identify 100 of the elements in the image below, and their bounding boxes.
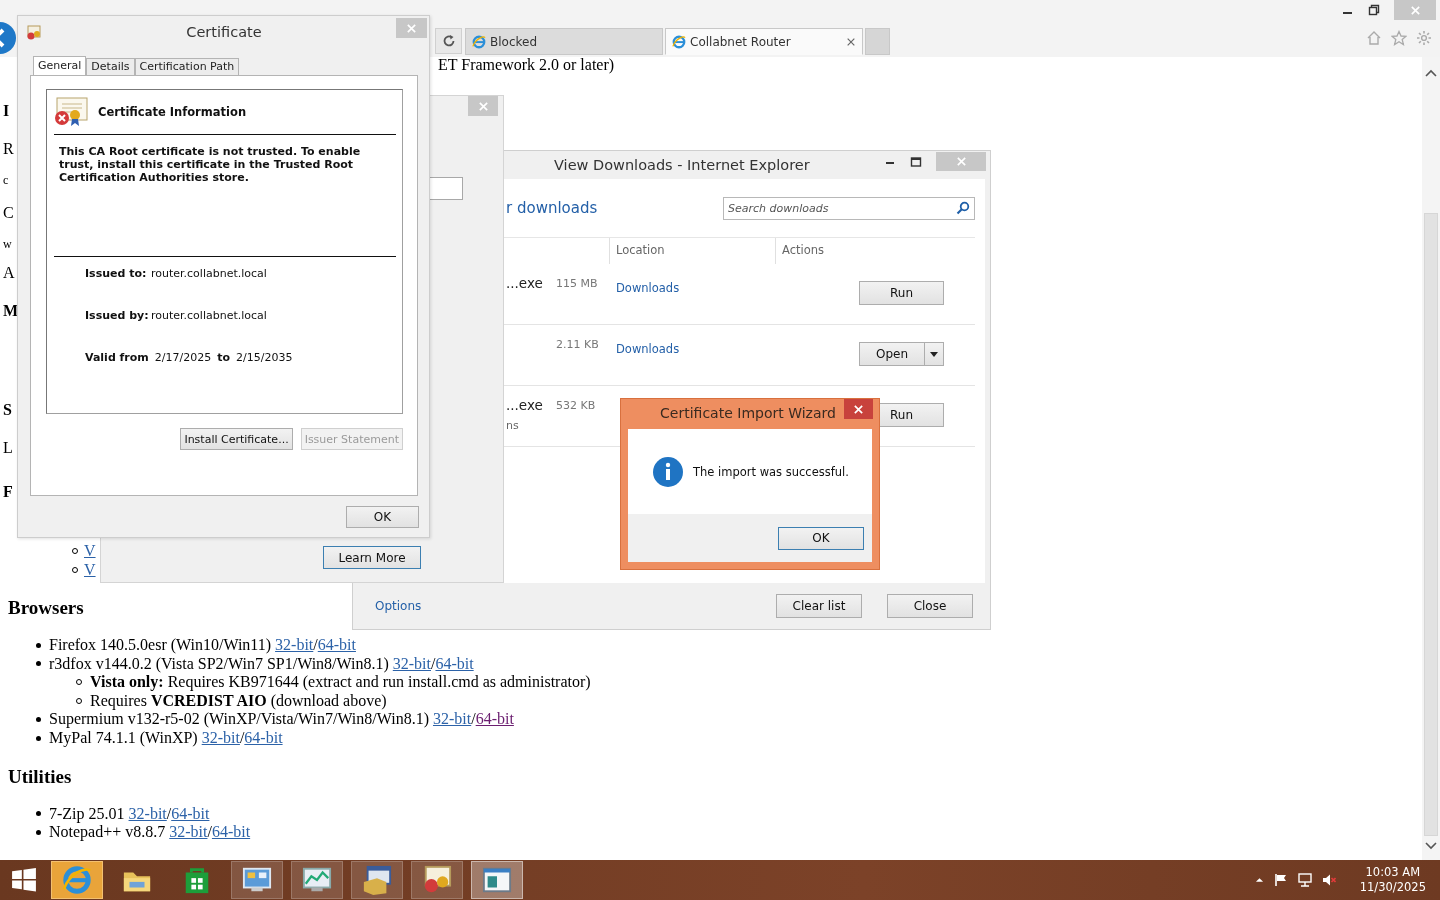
section-heading: Browsers [8, 598, 84, 618]
location-link[interactable]: Downloads [616, 342, 680, 356]
browser-icon [472, 34, 486, 49]
open-button[interactable]: Open [859, 342, 925, 366]
close-icon [406, 22, 417, 34]
list-item: Firefox 140.5.0esr (Win10/Win11) 32-bit/64-bit [49, 636, 356, 655]
download-link[interactable]: V [84, 541, 96, 560]
scroll-thumb[interactable] [1424, 213, 1438, 836]
star-icon[interactable] [1391, 30, 1407, 46]
file-size: 115 MB [556, 276, 599, 290]
close-icon[interactable] [846, 36, 856, 47]
bullet-icon [36, 642, 41, 648]
download-link[interactable]: 32-bit [392, 654, 431, 672]
close-icon [955, 156, 967, 167]
bullet-icon [36, 661, 41, 667]
scroll-down-icon[interactable] [1425, 842, 1437, 850]
column-header: Actions [775, 238, 824, 264]
network-icon[interactable] [1297, 873, 1312, 887]
scrollbar[interactable] [1422, 57, 1440, 860]
page-text: w [3, 237, 12, 251]
location-link[interactable]: Downloads [616, 281, 680, 295]
list-item: r3dfox v144.0.2 (Vista SP2/Win7 SP1/Win8/Win8.1) 32-bit/64-bit [49, 654, 474, 674]
certificate-icon [422, 865, 452, 895]
field-label: Valid from [85, 351, 149, 364]
page-text: L [3, 438, 13, 457]
footer-button[interactable]: Clear list [776, 594, 862, 618]
list-item: MyPal 74.1.1 (WinXP) 32-bit/64-bit [49, 728, 283, 748]
tab-label: Blocked [490, 34, 539, 49]
clock-date: 11/30/2025 [1359, 880, 1426, 895]
refresh-icon [441, 34, 456, 48]
close-icon [853, 403, 864, 415]
ok-button[interactable]: OK [778, 526, 864, 550]
dropdown-button[interactable] [925, 342, 944, 366]
download-link[interactable]: 64-bit [435, 654, 474, 672]
dialog-tab[interactable]: General [33, 56, 87, 75]
taskbar-button[interactable] [351, 861, 403, 899]
download-link[interactable]: 32-bit [169, 823, 208, 841]
restore-icon[interactable] [1368, 4, 1380, 16]
download-link[interactable]: 64-bit [171, 804, 210, 822]
page-text: ET Framework 2.0 or later) [438, 57, 615, 73]
dialog-title: Certificate [185, 23, 263, 40]
dialog-tab[interactable]: Certification Path [134, 58, 240, 75]
refresh-button[interactable] [435, 28, 462, 54]
certificate-icon [26, 25, 42, 41]
taskbar-button[interactable] [291, 861, 343, 899]
browser-tab[interactable]: Collabnet Router [665, 28, 863, 55]
clock[interactable]: 10:03 AM 11/30/2025 [1359, 865, 1426, 895]
page-text: A [3, 263, 15, 282]
close-icon [477, 100, 489, 112]
window-icon [482, 865, 512, 895]
footer-button[interactable]: Close [887, 594, 973, 618]
download-link[interactable]: V [84, 560, 96, 579]
scroll-up-icon[interactable] [1425, 69, 1437, 77]
list-item: Requires VCREDIST AIO (download above) [90, 691, 387, 711]
maximize-icon[interactable] [910, 155, 922, 168]
field-value: router.collabnet.local [151, 309, 267, 322]
certificate-icon [54, 97, 88, 127]
section-heading: Utilities [8, 766, 72, 787]
field-value: router.collabnet.local [151, 267, 267, 280]
panel-heading: Certificate Information [98, 105, 247, 119]
ok-button[interactable]: OK [346, 505, 419, 528]
download-link[interactable]: 64-bit [475, 710, 514, 728]
field-value: 2/15/2035 [236, 351, 293, 364]
download-link[interactable]: 32-bit [201, 728, 240, 746]
download-link[interactable]: 64-bit [211, 823, 251, 841]
taskbar-button[interactable] [231, 861, 283, 899]
muted-speaker-icon[interactable] [1321, 873, 1336, 887]
download-link[interactable]: 32-bit [128, 804, 167, 822]
windows-logo-icon[interactable] [11, 867, 37, 893]
page-text: C [3, 203, 14, 222]
dialog-title: Certificate Import Wizard [659, 404, 837, 421]
list-item: Vista only: Requires KB971644 (extract and run install.cmd as administrator) [90, 673, 591, 692]
installer-icon [362, 865, 392, 895]
field-label: Issued to: [85, 267, 145, 280]
list-item: Supermium v132-r5-02 (WinXP/Vista/Win7/Win8/Win8.1) 32-bit/64-bit [49, 710, 514, 729]
taskbar-button[interactable] [411, 861, 463, 899]
dialog-message: The import was successful. [693, 464, 849, 479]
clock-time: 10:03 AM [1365, 865, 1421, 880]
taskbar-button[interactable] [471, 861, 523, 899]
options-link[interactable]: Options [375, 599, 776, 613]
close-button[interactable] [844, 399, 873, 419]
page-heading: M [3, 301, 19, 321]
learn-more-button[interactable]: Learn More [323, 546, 421, 569]
download-link[interactable]: 32-bit [275, 636, 314, 653]
dialog-tab[interactable]: Details [86, 58, 135, 75]
download-link[interactable]: 64-bit [244, 728, 283, 746]
page-text: c [3, 173, 9, 187]
run-button[interactable]: Run [859, 281, 944, 305]
chevron-up-icon[interactable] [1254, 877, 1264, 883]
file-status: ns [506, 419, 520, 432]
download-link[interactable]: 64-bit [317, 636, 356, 653]
page-heading: F [3, 482, 13, 502]
list-item: 7-Zip 25.01 32-bit/64-bit [49, 804, 210, 824]
browser-tab[interactable]: Blocked [465, 28, 663, 55]
dialog-button[interactable]: Install Certificate... [180, 428, 293, 450]
search-field[interactable]: Search downloads [723, 196, 975, 220]
window-title: View Downloads - Internet Explorer [554, 157, 811, 173]
flag-icon[interactable] [1273, 873, 1288, 887]
download-link[interactable]: 32-bit [433, 710, 472, 728]
file-size: 2.11 KB [556, 337, 600, 351]
